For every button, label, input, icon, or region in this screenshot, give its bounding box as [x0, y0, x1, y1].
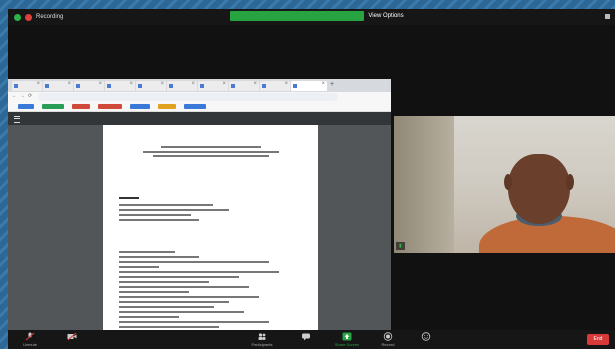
bookmark-item[interactable]	[42, 104, 64, 109]
close-icon[interactable]: ×	[36, 81, 40, 87]
pdf-page-nav[interactable]	[148, 112, 151, 125]
close-icon[interactable]: ×	[222, 81, 226, 87]
browser-tab[interactable]: ×	[74, 81, 104, 91]
bookmark-item[interactable]	[158, 104, 176, 109]
participants-label: Participants	[251, 342, 273, 347]
reactions-icon	[421, 332, 431, 341]
signal-icon: ▮	[399, 243, 402, 249]
end-meeting-button[interactable]: End	[587, 334, 609, 345]
close-icon[interactable]: ×	[191, 81, 195, 87]
view-options-button[interactable]: View Options	[364, 11, 408, 21]
video-off-icon	[67, 332, 77, 341]
recording-icon	[25, 13, 32, 21]
person-head	[508, 154, 570, 224]
chat-button[interactable]	[286, 331, 326, 349]
close-icon[interactable]: ×	[129, 81, 133, 87]
record-icon	[383, 332, 393, 341]
bookmarks-bar	[8, 102, 391, 112]
top-bar: Recording View Options	[8, 9, 615, 25]
unmute-button[interactable]: Unmute	[10, 331, 50, 349]
screenshot-frame: Recording View Options × × × × × × × × ×…	[0, 0, 615, 349]
browser-tab[interactable]: ×	[43, 81, 73, 91]
bookmark-item[interactable]	[184, 104, 206, 109]
background-shelf	[394, 116, 454, 253]
favicon-icon	[45, 84, 49, 88]
share-screen-button[interactable]: Share Screen	[326, 331, 368, 349]
participants-icon	[258, 333, 266, 340]
bookmark-item[interactable]	[18, 104, 34, 109]
recording-label: Recording	[36, 14, 64, 20]
share-screen-icon	[342, 332, 352, 341]
favicon-icon	[14, 84, 18, 88]
close-icon[interactable]: ×	[321, 81, 325, 87]
record-label: Record	[381, 342, 395, 347]
pdf-toolbar	[8, 112, 391, 125]
favicon-icon	[76, 84, 80, 88]
chat-icon	[302, 333, 310, 341]
browser-tab[interactable]: ×	[12, 81, 42, 91]
favicon-icon	[293, 84, 297, 88]
favicon-icon	[200, 84, 204, 88]
sharing-banner	[230, 11, 364, 21]
nav-arrows-icon[interactable]: ←→⟳	[12, 93, 35, 99]
bookmark-item[interactable]	[98, 104, 122, 109]
browser-tab-active[interactable]: ×	[291, 81, 327, 91]
reactions-button[interactable]	[406, 331, 446, 349]
browser-tab[interactable]: ×	[136, 81, 166, 91]
browser-tab[interactable]: ×	[198, 81, 228, 91]
start-video-button[interactable]	[52, 331, 92, 349]
grid-icon	[605, 13, 610, 19]
favicon-icon	[231, 84, 235, 88]
participant-video[interactable]: ▮	[394, 116, 615, 253]
browser-tab[interactable]: ×	[167, 81, 197, 91]
url-input[interactable]	[38, 93, 338, 101]
recording-indicator[interactable]: Recording	[14, 11, 63, 23]
bookmark-item[interactable]	[130, 104, 150, 109]
meeting-toolbar: Unmute Participants Share Screen Record …	[8, 330, 615, 349]
unmute-label: Unmute	[22, 342, 37, 347]
browser-tab-strip: × × × × × × × × × × +	[8, 79, 391, 92]
browser-tab[interactable]: ×	[105, 81, 135, 91]
shared-screen: × × × × × × × × × × + ←→⟳	[8, 79, 391, 335]
view-toggle[interactable]	[605, 11, 612, 21]
share-screen-label: Share Screen	[334, 342, 360, 347]
person-ear-left	[504, 174, 512, 190]
favicon-icon	[107, 84, 111, 88]
participant-name-label: ▮	[396, 242, 405, 250]
close-icon[interactable]: ×	[284, 81, 288, 87]
close-icon[interactable]: ×	[160, 81, 164, 87]
browser-tab[interactable]: ×	[229, 81, 259, 91]
mic-muted-icon	[25, 332, 35, 341]
browser-tab[interactable]: ×	[260, 81, 290, 91]
bookmark-item[interactable]	[72, 104, 90, 109]
close-icon[interactable]: ×	[98, 81, 102, 87]
participants-button[interactable]: Participants	[242, 331, 282, 349]
close-icon[interactable]: ×	[253, 81, 257, 87]
address-bar-row: ←→⟳	[8, 92, 391, 102]
pdf-page	[103, 125, 318, 335]
favicon-icon	[262, 84, 266, 88]
new-tab-button[interactable]: +	[330, 81, 338, 91]
person-ear-right	[566, 174, 574, 190]
favicon-icon	[169, 84, 173, 88]
close-icon[interactable]: ×	[67, 81, 71, 87]
record-button[interactable]: Record	[368, 331, 408, 349]
pdf-viewer	[8, 125, 391, 335]
security-shield-icon[interactable]	[14, 13, 21, 21]
favicon-icon	[138, 84, 142, 88]
meeting-window: Recording View Options × × × × × × × × ×…	[8, 9, 615, 349]
menu-icon[interactable]	[14, 116, 20, 123]
